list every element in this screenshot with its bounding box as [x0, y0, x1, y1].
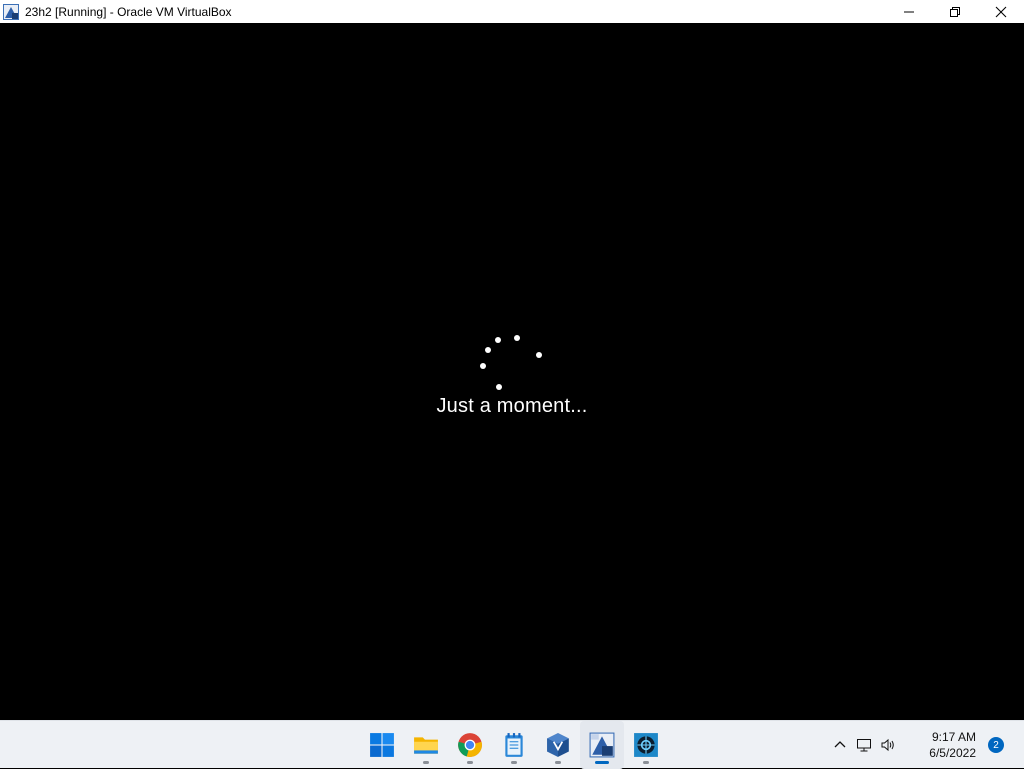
vm-window-icon — [589, 732, 615, 758]
window-title: 23h2 [Running] - Oracle VM VirtualBox — [25, 4, 232, 19]
start-button[interactable] — [360, 721, 404, 769]
taskbar-chrome[interactable] — [448, 721, 492, 769]
title-bar[interactable]: 23h2 [Running] - Oracle VM VirtualBox — [0, 0, 1024, 23]
virtualbox-window: 23h2 [Running] - Oracle VM VirtualBox Ju… — [0, 0, 1024, 720]
spinner-dot — [480, 363, 486, 369]
taskbar-virtualbox[interactable] — [536, 721, 580, 769]
chrome-icon — [458, 733, 482, 757]
notification-badge[interactable]: 2 — [988, 737, 1004, 753]
taskbar: 9:17 AM 6/5/2022 2 — [0, 720, 1024, 769]
running-indicator — [643, 761, 649, 764]
running-indicator — [467, 761, 473, 764]
running-indicator — [555, 761, 561, 764]
close-button[interactable] — [978, 0, 1024, 23]
windows-start-icon — [370, 733, 394, 757]
running-indicator — [511, 761, 517, 764]
minimize-button[interactable] — [886, 0, 932, 23]
show-hidden-icons-button[interactable] — [828, 721, 852, 769]
spinner-dot — [495, 337, 501, 343]
taskbar-app[interactable] — [624, 721, 668, 769]
network-button[interactable] — [852, 721, 876, 769]
clock[interactable]: 9:17 AM 6/5/2022 — [906, 729, 976, 761]
spinner-dot — [485, 347, 491, 353]
virtualbox-vm-icon — [3, 3, 19, 20]
volume-button[interactable] — [876, 721, 900, 769]
taskbar-virtualbox-vm[interactable] — [580, 721, 624, 769]
close-icon — [995, 6, 1007, 17]
virtualbox-icon — [547, 733, 569, 757]
notepad-icon — [505, 733, 523, 757]
restore-button[interactable] — [932, 0, 978, 23]
vm-display[interactable]: Just a moment... — [0, 23, 1024, 720]
network-icon — [857, 739, 871, 752]
running-indicator — [423, 761, 429, 764]
restore-icon — [950, 6, 960, 17]
status-message: Just a moment... — [436, 395, 588, 417]
clock-time: 9:17 AM — [931, 730, 976, 744]
clock-date: 6/5/2022 — [929, 746, 976, 760]
volume-icon — [881, 738, 894, 752]
chevron-up-icon — [834, 741, 846, 748]
spinner-dot — [496, 384, 502, 390]
taskbar-apps — [360, 721, 668, 769]
active-indicator — [595, 761, 609, 764]
spinner-dot — [514, 335, 520, 341]
spinner-dot — [536, 352, 542, 358]
minimize-icon — [904, 11, 914, 12]
folder-icon — [414, 737, 438, 754]
system-tray: 9:17 AM 6/5/2022 2 — [828, 721, 1024, 769]
taskbar-notepad[interactable] — [492, 721, 536, 769]
app-icon — [634, 733, 658, 757]
taskbar-file-explorer[interactable] — [404, 721, 448, 769]
window-controls — [886, 0, 1024, 23]
